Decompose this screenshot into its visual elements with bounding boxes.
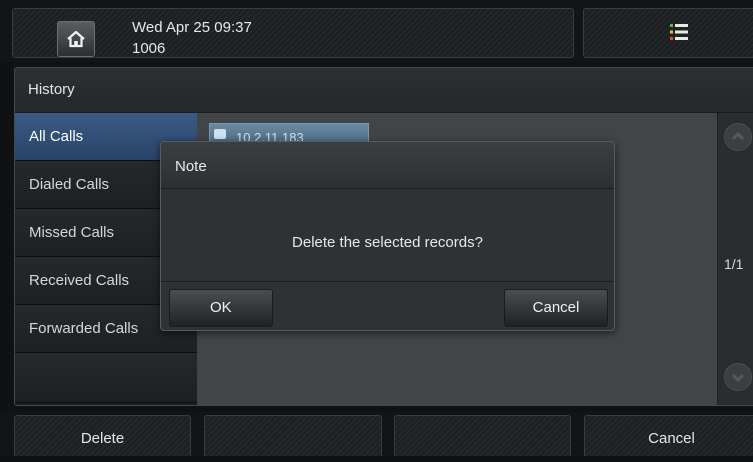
sidebar-empty-slot — [15, 353, 197, 403]
softkey-bar: Delete Cancel — [0, 412, 753, 456]
arrow-up-icon — [731, 131, 745, 141]
dialog-title: Note — [175, 158, 207, 175]
home-button[interactable] — [57, 21, 95, 57]
date-time: Wed Apr 25 09:37 — [132, 19, 252, 36]
dialog-divider — [161, 281, 614, 282]
dialog-header: Note — [161, 142, 614, 189]
dialog-cancel-button[interactable]: Cancel — [504, 289, 608, 327]
extension-number: 1006 — [132, 40, 166, 57]
status-bar: Wed Apr 25 09:37 1006 — [0, 0, 753, 62]
softkey-2[interactable] — [204, 415, 382, 456]
confirm-dialog: Note Delete the selected records? OK Can… — [160, 141, 615, 331]
scroll-down-button[interactable] — [724, 363, 752, 391]
cancel-softkey[interactable]: Cancel — [584, 415, 753, 456]
dialog-message: Delete the selected records? — [292, 234, 483, 251]
page-title: History — [28, 81, 75, 98]
panel-header: History — [15, 68, 753, 113]
call-record-icon — [214, 129, 226, 139]
ok-button[interactable]: OK — [169, 289, 273, 327]
arrow-down-icon — [731, 373, 745, 383]
home-icon — [67, 30, 85, 48]
scrollbar: 1/1 — [717, 113, 753, 405]
page-indicator: 1/1 — [724, 256, 744, 272]
status-area: Wed Apr 25 09:37 1006 — [12, 8, 574, 58]
softkey-3[interactable] — [394, 415, 571, 456]
menu-icon — [670, 24, 688, 40]
menu-button[interactable] — [583, 8, 753, 58]
delete-softkey[interactable]: Delete — [14, 415, 191, 456]
scroll-up-button[interactable] — [724, 123, 752, 151]
